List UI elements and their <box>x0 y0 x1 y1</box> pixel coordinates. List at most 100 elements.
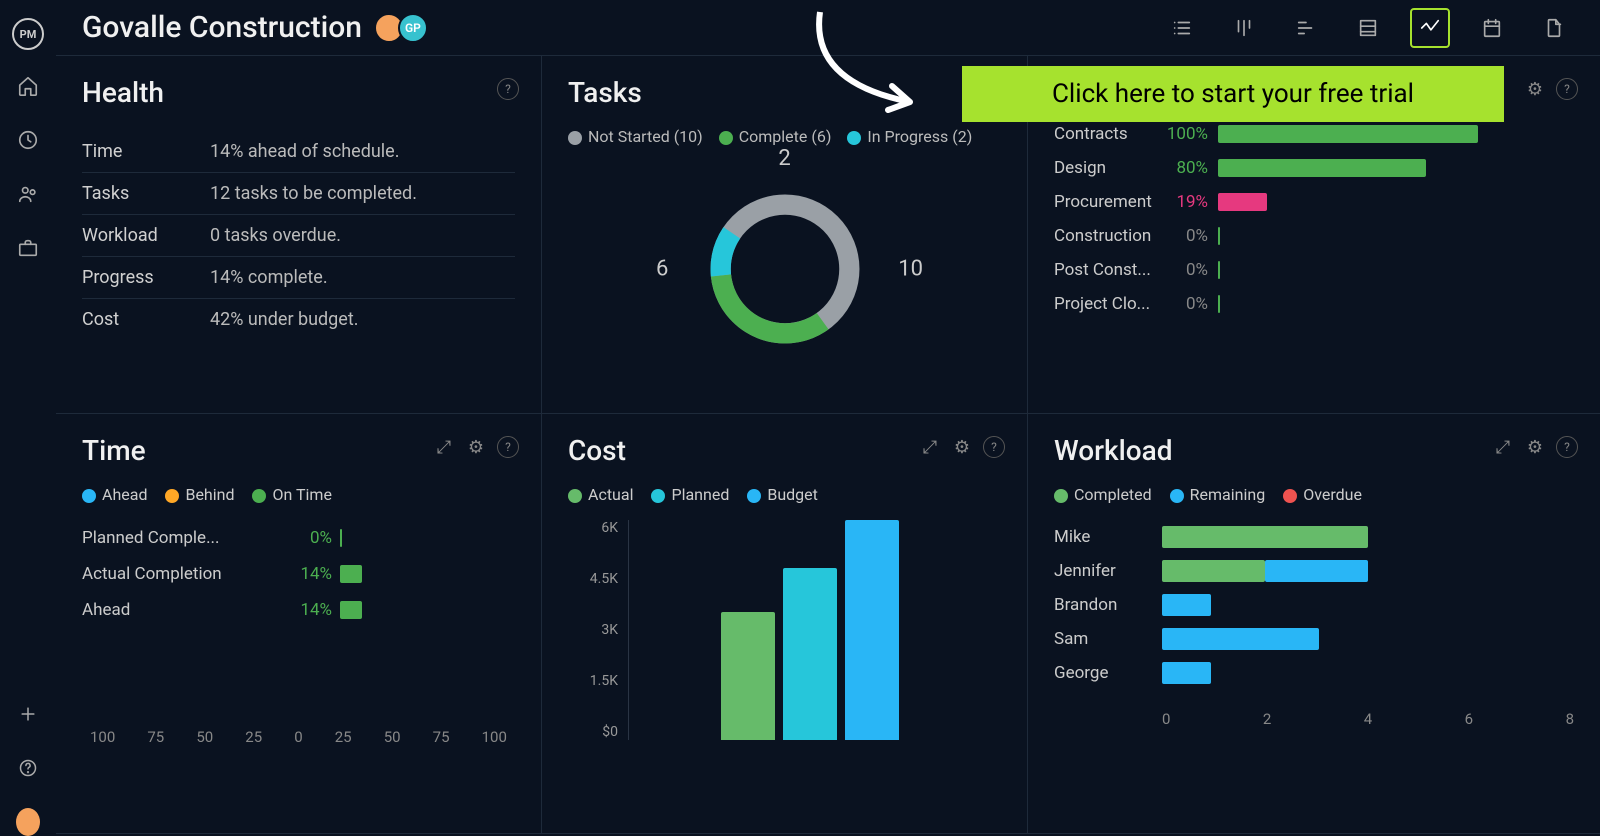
panel-title: Tasks <box>568 76 1001 109</box>
cost-bar-chart: 6K4.5K3K1.5K$0 <box>568 520 1001 760</box>
progress-row: Post Const...0% <box>1054 260 1574 280</box>
health-label: Workload <box>82 225 210 246</box>
cost-bar <box>721 612 775 740</box>
progress-name: Project Clo... <box>1054 294 1160 314</box>
settings-icon[interactable]: ⚙ <box>465 436 487 458</box>
user-avatar-icon[interactable] <box>16 810 40 834</box>
help-icon[interactable]: ? <box>1556 436 1578 458</box>
donut-value: 10 <box>898 257 923 282</box>
workload-row: George <box>1054 656 1574 690</box>
axis-tick: 50 <box>196 728 213 746</box>
help-icon[interactable]: ? <box>497 436 519 458</box>
health-label: Cost <box>82 309 210 330</box>
progress-bar <box>1218 193 1574 211</box>
board-view-icon[interactable] <box>1224 8 1264 48</box>
clock-icon[interactable] <box>16 128 40 152</box>
legend-item: On Time <box>252 485 331 504</box>
sidebar <box>0 56 56 834</box>
time-percent: 14% <box>282 564 332 584</box>
progress-row: Project Clo...0% <box>1054 294 1574 314</box>
expand-icon[interactable]: ⤢ <box>1492 436 1514 458</box>
time-bar <box>340 529 342 547</box>
progress-percent: 0% <box>1160 226 1208 246</box>
time-row: Planned Comple...0% <box>82 520 515 556</box>
health-row: Time14% ahead of schedule. <box>82 131 515 173</box>
axis-tick: 100 <box>90 728 115 746</box>
workload-bar <box>1162 560 1574 582</box>
workload-bar <box>1162 594 1574 616</box>
health-value: 14% complete. <box>210 267 328 288</box>
workload-name: Mike <box>1054 527 1162 547</box>
progress-name: Construction <box>1054 226 1160 246</box>
axis-tick: 0 <box>294 728 302 746</box>
health-value: 42% under budget. <box>210 309 358 330</box>
panel-tasks: Tasks Not Started (10)Complete (6)In Pro… <box>542 56 1028 414</box>
progress-percent: 100% <box>1160 124 1208 144</box>
cost-bar <box>845 520 899 740</box>
workload-name: Jennifer <box>1054 561 1162 581</box>
list-view-icon[interactable] <box>1162 8 1202 48</box>
health-row: Workload0 tasks overdue. <box>82 215 515 257</box>
avatar-stack[interactable]: GP <box>380 13 428 43</box>
progress-row: Contracts100% <box>1054 124 1574 144</box>
time-label: Ahead <box>82 600 282 620</box>
settings-icon[interactable]: ⚙ <box>1524 436 1546 458</box>
health-row: Progress14% complete. <box>82 257 515 299</box>
expand-icon[interactable]: ⤢ <box>919 436 941 458</box>
progress-row: Design80% <box>1054 158 1574 178</box>
workload-row: Mike <box>1054 520 1574 554</box>
workload-bar <box>1162 526 1574 548</box>
expand-icon[interactable]: ⤢ <box>433 436 455 458</box>
progress-bar <box>1218 159 1574 177</box>
settings-icon[interactable]: ⚙ <box>951 436 973 458</box>
time-bar <box>340 565 362 583</box>
legend-item: Ahead <box>82 485 147 504</box>
progress-bar <box>1218 261 1574 279</box>
progress-row: Construction0% <box>1054 226 1574 246</box>
panel-title: Health <box>82 76 515 109</box>
dashboard: Health ? Time14% ahead of schedule. Tasks… <box>56 56 1600 834</box>
legend-item: Overdue <box>1283 485 1362 504</box>
project-title: Govalle Construction <box>82 10 362 45</box>
help-icon[interactable] <box>16 756 40 780</box>
axis-tick: 8 <box>1566 710 1574 728</box>
workload-bar <box>1162 628 1574 650</box>
free-trial-cta[interactable]: Click here to start your free trial <box>962 66 1504 122</box>
time-row: Ahead14% <box>82 592 515 628</box>
time-row: Actual Completion14% <box>82 556 515 592</box>
table-view-icon[interactable] <box>1348 8 1388 48</box>
panel-time: Time ⤢ ⚙ ? AheadBehindOn Time Planned Co… <box>56 414 542 834</box>
team-icon[interactable] <box>16 182 40 206</box>
gantt-view-icon[interactable] <box>1286 8 1326 48</box>
axis-tick: 1.5K <box>568 673 618 689</box>
axis-tick: 100 <box>482 728 507 746</box>
briefcase-icon[interactable] <box>16 236 40 260</box>
app-logo[interactable]: PM <box>12 18 44 50</box>
legend-item: Not Started (10) <box>568 127 703 146</box>
progress-name: Post Const... <box>1054 260 1160 280</box>
axis-tick: 4 <box>1364 710 1372 728</box>
axis-tick: 3K <box>568 622 618 638</box>
progress-name: Contracts <box>1054 124 1160 144</box>
progress-bar <box>1218 227 1574 245</box>
progress-name: Design <box>1054 158 1160 178</box>
help-icon[interactable]: ? <box>983 436 1005 458</box>
add-icon[interactable] <box>16 702 40 726</box>
calendar-view-icon[interactable] <box>1472 8 1512 48</box>
legend-item: Planned <box>651 485 729 504</box>
workload-bar <box>1162 662 1574 684</box>
dashboard-view-icon[interactable] <box>1410 8 1450 48</box>
workload-row: Jennifer <box>1054 554 1574 588</box>
workload-name: George <box>1054 663 1162 683</box>
axis-tick: $0 <box>568 724 618 740</box>
axis-tick: 75 <box>433 728 450 746</box>
panel-health: Health ? Time14% ahead of schedule.Tasks… <box>56 56 542 414</box>
settings-icon[interactable]: ⚙ <box>1524 78 1546 100</box>
axis-tick: 2 <box>1263 710 1271 728</box>
progress-bar <box>1218 295 1574 313</box>
file-view-icon[interactable] <box>1534 8 1574 48</box>
help-icon[interactable]: ? <box>497 78 519 100</box>
help-icon[interactable]: ? <box>1556 78 1578 100</box>
home-icon[interactable] <box>16 74 40 98</box>
workload-row: Brandon <box>1054 588 1574 622</box>
